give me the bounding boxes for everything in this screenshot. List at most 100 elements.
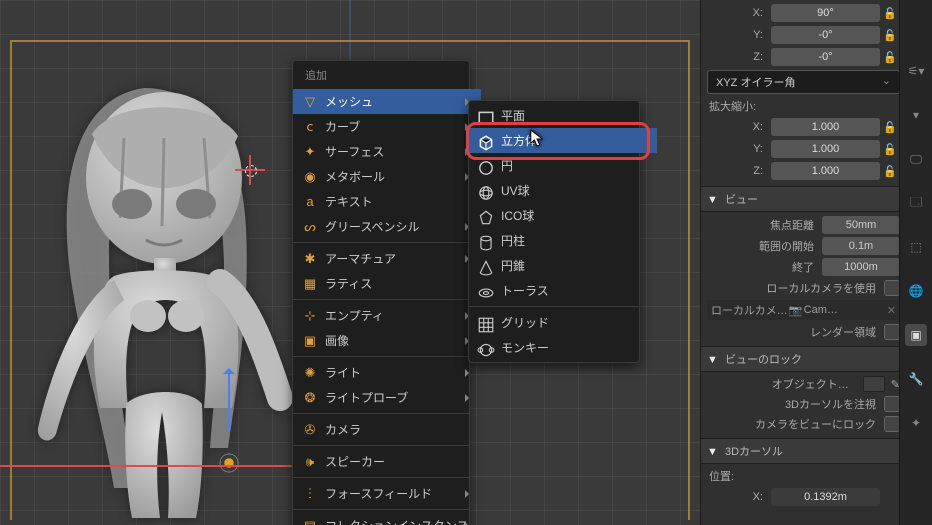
text-icon: a: [301, 195, 319, 208]
menu-separator: [469, 306, 639, 307]
submenu-item-torus[interactable]: トーラス: [469, 278, 657, 303]
rotation-z-value[interactable]: -0°: [771, 48, 880, 66]
lock-icon[interactable]: 🔓: [880, 165, 900, 178]
range-start-value[interactable]: 0.1m: [822, 237, 900, 255]
menu-item-mesh[interactable]: ▽ メッシュ: [293, 89, 481, 114]
submenu-item-uvsphere[interactable]: UV球: [469, 178, 657, 203]
submenu-item-icosphere[interactable]: ICO球: [469, 203, 657, 228]
rotation-mode-value: XYZ オイラー角: [716, 74, 795, 90]
mesh-submenu[interactable]: 平面 立方体 円 UV球 ICO球 円柱 円錐: [468, 100, 640, 363]
menu-item-surface[interactable]: ✦ サーフェス: [293, 139, 481, 164]
axis-label: Z:: [707, 165, 771, 177]
properties-panel[interactable]: X: 90° 🔓 Y: -0° 🔓 Z: -0° 🔓 XYZ オイラー角 ⌄ 拡…: [700, 0, 900, 525]
submenu-item-cylinder[interactable]: 円柱: [469, 228, 657, 253]
local-camera-field[interactable]: ローカルカメ… 📷 Cam… ✕: [707, 300, 900, 320]
menu-item-empty[interactable]: ⊹ エンプティ: [293, 303, 481, 328]
cursor3d-panel-header[interactable]: ▼ 3Dカーソル: [701, 438, 900, 464]
submenu-item-label: モンキー: [501, 339, 549, 356]
submenu-item-monkey[interactable]: モンキー: [469, 335, 657, 360]
cam-to-view-label: カメラをビューにロック: [755, 416, 876, 432]
scale-x-value[interactable]: 1.000: [771, 118, 880, 136]
add-menu-title: 追加: [293, 63, 469, 89]
camera-icon: ✇: [301, 423, 319, 436]
greasepencil-icon: ᔕ: [301, 220, 319, 233]
menu-item-metaball[interactable]: ◉ メタボール: [293, 164, 481, 189]
tab-output-icon[interactable]: 🗔: [905, 192, 927, 214]
submenu-item-cube[interactable]: 立方体: [469, 128, 657, 153]
add-menu[interactable]: 追加 ▽ メッシュ ⅽ カーブ ✦ サーフェス ◉ メタボール a テキスト ᔕ…: [292, 60, 470, 525]
submenu-item-label: UV球: [501, 182, 530, 199]
menu-item-camera[interactable]: ✇ カメラ: [293, 417, 481, 442]
menu-item-armature[interactable]: ✱ アーマチュア: [293, 246, 481, 271]
range-end-value[interactable]: 1000m: [822, 258, 900, 276]
lock-icon[interactable]: 🔓: [880, 51, 900, 64]
tab-tool-icon[interactable]: ▾: [905, 104, 927, 126]
menu-item-lattice[interactable]: ▦ ラティス: [293, 271, 481, 296]
menu-item-speaker[interactable]: 🕪 スピーカー: [293, 449, 481, 474]
empty-icon: ⊹: [301, 309, 319, 322]
tab-world-icon[interactable]: 🌐: [905, 280, 927, 302]
menu-item-label: スピーカー: [325, 453, 385, 470]
submenu-item-plane[interactable]: 平面: [469, 103, 657, 128]
scale-z-value[interactable]: 1.000: [771, 162, 880, 180]
curve-icon: ⅽ: [301, 120, 319, 133]
monkey-icon: [477, 341, 495, 355]
menu-item-forcefield[interactable]: ⵗ フォースフィールド: [293, 481, 481, 506]
menu-item-label: グリースペンシル: [325, 218, 420, 235]
tab-render-icon[interactable]: 🖵: [905, 148, 927, 170]
gizmo-origin[interactable]: [218, 452, 240, 474]
object-picker[interactable]: [863, 376, 885, 392]
cam-to-view-checkbox[interactable]: [884, 416, 900, 432]
submenu-item-label: グリッド: [501, 314, 549, 331]
menu-item-lightprobe[interactable]: ❂ ライトプローブ: [293, 385, 481, 410]
lock-icon[interactable]: 🔓: [880, 121, 900, 134]
lock-icon[interactable]: 🔓: [880, 7, 900, 20]
properties-tab-column[interactable]: ⚟▾ ▾ 🖵 🗔 ⬚ 🌐 ▣ 🔧 ✦: [899, 0, 932, 525]
submenu-item-grid[interactable]: グリッド: [469, 310, 657, 335]
menu-item-light[interactable]: ✺ ライト: [293, 360, 481, 385]
scale-label: 拡大縮小:: [709, 98, 898, 114]
tab-particles-icon[interactable]: ✦: [905, 412, 927, 434]
rotation-y-value[interactable]: -0°: [771, 26, 880, 44]
menu-item-collection[interactable]: ▤ コレクションインスタンス: [293, 513, 481, 525]
render-region-checkbox[interactable]: [884, 324, 900, 340]
tab-view-icon[interactable]: ⬚: [905, 236, 927, 258]
gizmo-z-arrow[interactable]: [228, 372, 230, 432]
rotation-mode-select[interactable]: XYZ オイラー角 ⌄: [707, 70, 900, 94]
view-lock-header[interactable]: ▼ ビューのロック: [701, 346, 900, 372]
local-camera-label: ローカルカメラを使用: [766, 280, 876, 296]
camera-small-icon: 📷: [788, 304, 804, 317]
cursor-x-value[interactable]: 0.1392m: [771, 488, 880, 506]
forcefield-icon: ⵗ: [301, 487, 319, 500]
tab-object-icon[interactable]: ▣: [905, 324, 927, 346]
submenu-item-label: トーラス: [501, 282, 549, 299]
clear-icon[interactable]: ✕: [887, 304, 896, 317]
menu-item-text[interactable]: a テキスト: [293, 189, 481, 214]
menu-item-image[interactable]: ▣ 画像: [293, 328, 481, 353]
scale-y-row: Y: 1.000 🔓: [707, 140, 900, 158]
tab-modifier-icon[interactable]: 🔧: [905, 368, 927, 390]
menu-item-greasepencil[interactable]: ᔕ グリースペンシル: [293, 214, 481, 239]
menu-item-curve[interactable]: ⅽ カーブ: [293, 114, 481, 139]
lock-icon[interactable]: 🔓: [880, 143, 900, 156]
cursor-focus-checkbox[interactable]: [884, 396, 900, 412]
scale-y-value[interactable]: 1.000: [771, 140, 880, 158]
cone-icon: [477, 259, 495, 273]
menu-separator: [293, 445, 469, 446]
lock-icon[interactable]: 🔓: [880, 29, 900, 42]
cylinder-icon: [477, 234, 495, 248]
mesh-icon: ▽: [301, 95, 319, 108]
focal-length-row: 焦点距離 50mm: [707, 216, 900, 234]
local-camera-checkbox[interactable]: [884, 280, 900, 296]
view-panel-header[interactable]: ▼ ビュー: [701, 186, 900, 212]
submenu-item-circle[interactable]: 円: [469, 153, 657, 178]
submenu-item-label: ICO球: [501, 207, 534, 224]
tab-options-icon[interactable]: ⚟▾: [905, 60, 927, 82]
menu-item-label: カーブ: [325, 118, 360, 135]
disclosure-triangle-icon: ▼: [707, 194, 718, 206]
range-start-label: 範囲の開始: [707, 238, 822, 254]
focal-value[interactable]: 50mm: [822, 216, 900, 234]
rotation-x-value[interactable]: 90°: [771, 4, 880, 22]
rotation-z-row: Z: -0° 🔓: [707, 48, 900, 66]
submenu-item-cone[interactable]: 円錐: [469, 253, 657, 278]
